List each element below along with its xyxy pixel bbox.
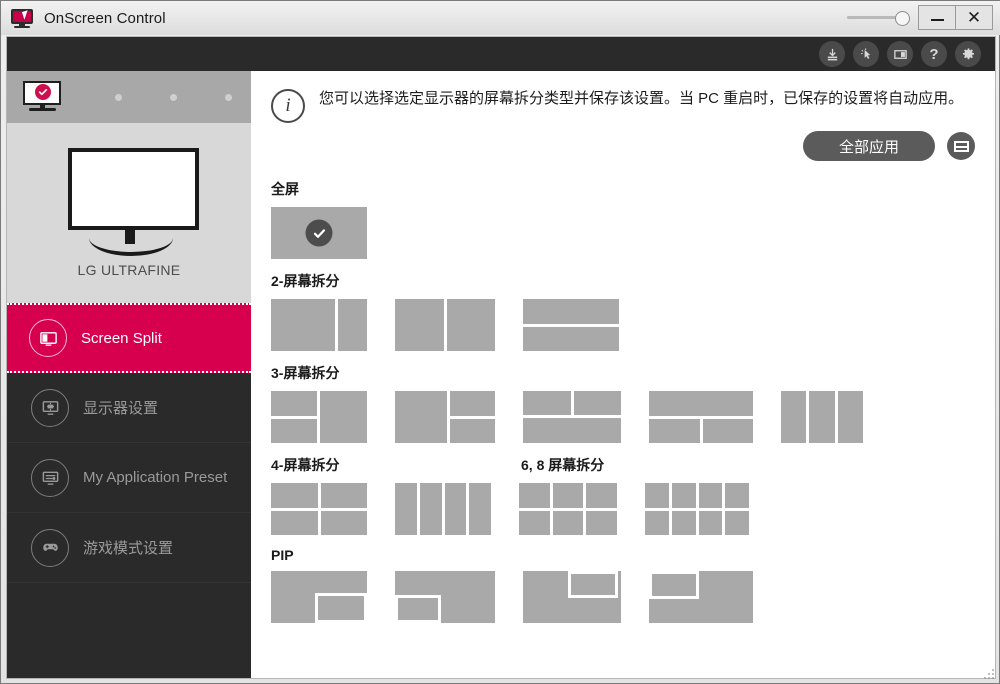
app-body: ? LG ULTRAFINE Screen Split 显示器设置 My App… bbox=[7, 37, 995, 678]
layout-tile-pip-top-right[interactable] bbox=[523, 571, 621, 623]
gamepad-icon bbox=[31, 528, 69, 567]
window-title: OnScreen Control bbox=[44, 9, 166, 27]
layout-tile-3-top-two-bottom-one[interactable] bbox=[523, 391, 621, 443]
top-toolbar: ? bbox=[7, 37, 995, 71]
sidebar-item-monitor-settings[interactable]: 显示器设置 bbox=[7, 373, 251, 443]
monitor-name-label: LG ULTRAFINE bbox=[77, 262, 181, 278]
tile-row-fullscreen bbox=[271, 207, 995, 259]
application-preset-icon bbox=[31, 458, 69, 497]
window-controls: ✕ bbox=[847, 3, 993, 31]
monitor-selector-strip bbox=[7, 71, 251, 123]
monitor-slot-dot-3[interactable] bbox=[170, 93, 177, 101]
layout-tile-4-columns[interactable] bbox=[395, 483, 491, 535]
sidebar-label-screen-split: Screen Split bbox=[81, 329, 162, 347]
layout-tile-pip-bottom-right[interactable] bbox=[271, 571, 367, 623]
layout-tile-3-columns[interactable] bbox=[781, 391, 863, 443]
sidebar-label-game-mode: 游戏模式设置 bbox=[83, 540, 174, 557]
sidebar-item-application-preset[interactable]: My Application Preset bbox=[7, 443, 251, 513]
close-button[interactable]: ✕ bbox=[955, 4, 993, 30]
layout-tile-fullscreen[interactable] bbox=[271, 207, 367, 259]
screen-split-icon bbox=[29, 319, 67, 357]
help-glyph: ? bbox=[929, 45, 939, 63]
tile-row-pip bbox=[271, 571, 995, 623]
layout-tile-4-grid-2x2[interactable] bbox=[271, 483, 367, 535]
monitor-preview: LG ULTRAFINE bbox=[7, 123, 251, 303]
layout-tile-2-50-50-vertical[interactable] bbox=[395, 299, 495, 351]
app-logo-icon bbox=[11, 8, 35, 28]
apply-row: 全部应用 bbox=[251, 131, 995, 161]
info-banner: i 您可以选择选定显示器的屏幕拆分类型并保存该设置。当 PC 重启时，已保存的设… bbox=[251, 71, 995, 123]
resize-grip[interactable] bbox=[984, 669, 996, 681]
layout-tile-3-left-stacked[interactable] bbox=[271, 391, 367, 443]
layout-tile-3-top-one-bottom-two[interactable] bbox=[649, 391, 753, 443]
minimize-button[interactable] bbox=[918, 4, 956, 30]
sidebar-label-monitor-settings: 显示器设置 bbox=[83, 400, 159, 417]
download-update-icon[interactable] bbox=[819, 41, 845, 67]
title-bar: OnScreen Control ✕ bbox=[1, 1, 1000, 35]
help-icon[interactable]: ? bbox=[921, 41, 947, 67]
layout-tile-pip-bottom-left[interactable] bbox=[395, 571, 495, 623]
monitor-settings-icon bbox=[31, 388, 69, 427]
pbp-layout-icon[interactable] bbox=[947, 132, 975, 160]
monitor-slot-dot-2[interactable] bbox=[115, 93, 122, 101]
info-text: 您可以选择选定显示器的屏幕拆分类型并保存该设置。当 PC 重启时，已保存的设置将… bbox=[319, 90, 964, 107]
section-title-split68: 6, 8 屏幕拆分 bbox=[521, 457, 605, 473]
screen-mode-icon[interactable] bbox=[887, 41, 913, 67]
close-icon: ✕ bbox=[966, 7, 982, 27]
sidebar-label-application-preset: My Application Preset bbox=[83, 469, 228, 486]
section-title-split3: 3-屏幕拆分 bbox=[271, 365, 340, 381]
content-area: LG ULTRAFINE Screen Split 显示器设置 My Appli… bbox=[7, 71, 995, 678]
sidebar-item-game-mode[interactable]: 游戏模式设置 bbox=[7, 513, 251, 583]
sidebar: LG ULTRAFINE Screen Split 显示器设置 My Appli… bbox=[7, 71, 251, 678]
layout-sections: 全屏 2-屏幕拆分 3-屏幕拆分 4-屏幕拆分 6, 8 屏幕拆分 PIP bbox=[251, 161, 995, 623]
layout-tile-2-50-50-horizontal[interactable] bbox=[523, 299, 619, 351]
section-title-pip: PIP bbox=[271, 547, 294, 563]
info-icon: i bbox=[271, 89, 305, 123]
layout-tile-3-right-stacked[interactable] bbox=[395, 391, 495, 443]
layout-tile-2-70-30[interactable] bbox=[271, 299, 367, 351]
tile-row-split4-split68 bbox=[271, 483, 995, 535]
main-panel: i 您可以选择选定显示器的屏幕拆分类型并保存该设置。当 PC 重启时，已保存的设… bbox=[251, 71, 995, 678]
layout-tile-pip-top-left[interactable] bbox=[649, 571, 753, 623]
section-title-fullscreen: 全屏 bbox=[271, 181, 299, 197]
settings-gear-icon[interactable] bbox=[955, 41, 981, 67]
layout-tile-6-grid-3x2[interactable] bbox=[519, 483, 618, 535]
monitor-checked-icon[interactable] bbox=[21, 81, 65, 113]
monitor-slot-dot-4[interactable] bbox=[225, 93, 232, 101]
click-pointer-icon[interactable] bbox=[853, 41, 879, 67]
layout-tile-8-grid-4x2[interactable] bbox=[645, 483, 749, 535]
sidebar-item-screen-split[interactable]: Screen Split bbox=[7, 303, 251, 373]
check-icon bbox=[305, 219, 333, 247]
section-titles-split4-split68: 4-屏幕拆分 6, 8 屏幕拆分 bbox=[271, 443, 995, 483]
tile-row-split2 bbox=[271, 299, 995, 351]
section-title-split2: 2-屏幕拆分 bbox=[271, 273, 340, 289]
application-window: OnScreen Control ✕ ? LG ULTRAFINE Screen… bbox=[0, 0, 1000, 684]
monitor-large-icon bbox=[59, 148, 199, 256]
opacity-slider[interactable] bbox=[847, 4, 910, 30]
apply-all-button[interactable]: 全部应用 bbox=[803, 131, 935, 161]
section-title-split4: 4-屏幕拆分 bbox=[271, 457, 340, 473]
tile-row-split3 bbox=[271, 391, 995, 443]
